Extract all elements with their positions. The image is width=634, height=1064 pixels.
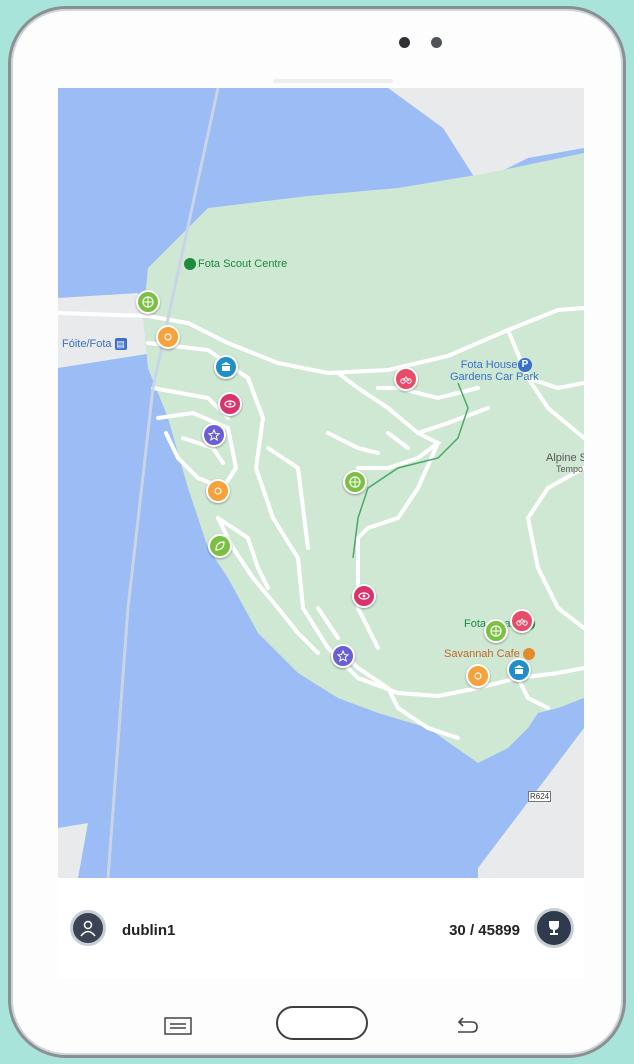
profile-button[interactable]	[70, 910, 106, 946]
marker-sun-3[interactable]	[466, 664, 490, 688]
eye-icon	[358, 592, 370, 600]
compass-icon	[349, 476, 361, 488]
place-pin-icon	[184, 258, 196, 271]
building-icon	[221, 362, 231, 371]
back-icon[interactable]	[454, 1016, 480, 1036]
sun-icon	[164, 333, 172, 341]
marker-sun-2[interactable]	[206, 479, 230, 503]
train-icon: ▤	[114, 338, 127, 351]
cafe-icon	[522, 648, 535, 661]
user-icon	[80, 920, 96, 937]
marker-sun-1[interactable]	[156, 325, 180, 349]
marker-compass-2[interactable]	[343, 470, 367, 494]
parking-icon[interactable]: P	[518, 358, 532, 372]
menu-icon[interactable]	[164, 1017, 192, 1035]
marker-star-1[interactable]	[202, 423, 226, 447]
camera-dot	[399, 37, 410, 48]
eye-icon	[224, 400, 236, 408]
map-label-station[interactable]: Fóite/Fota ▤	[62, 338, 127, 351]
compass-icon	[490, 625, 502, 637]
road-sign-r624: R624	[528, 791, 552, 802]
star-icon	[208, 429, 220, 441]
star-icon	[337, 650, 349, 662]
bottom-status-bar: dublin1 30 / 45899	[58, 878, 584, 978]
sun-icon	[474, 672, 482, 680]
marker-bike-1[interactable]	[394, 367, 418, 391]
map-view[interactable]: Fota Scout Centre Fóite/Fota ▤ Fota Hous…	[58, 88, 584, 878]
map-label-alpine[interactable]: Alpine S Tempo	[546, 453, 584, 475]
map-canvas[interactable]	[58, 88, 584, 878]
marker-compass-3[interactable]	[484, 619, 508, 643]
marker-compass-1[interactable]	[136, 290, 160, 314]
marker-museum-1[interactable]	[214, 355, 238, 379]
marker-bike-2[interactable]	[510, 609, 534, 633]
leaderboard-button[interactable]	[534, 908, 574, 948]
sensor-dot	[431, 37, 442, 48]
score-counter: 30 / 45899	[449, 922, 520, 939]
bike-icon	[400, 376, 412, 384]
marker-eye-1[interactable]	[218, 392, 242, 416]
trophy-icon	[549, 921, 559, 935]
sun-icon	[214, 487, 222, 495]
building-icon	[514, 665, 524, 674]
marker-eye-2[interactable]	[352, 584, 376, 608]
marker-star-2[interactable]	[331, 644, 355, 668]
home-button[interactable]	[276, 1006, 368, 1040]
bike-icon	[516, 618, 528, 626]
username-label: dublin1	[122, 922, 176, 939]
speaker-grille	[273, 79, 393, 83]
marker-museum-2[interactable]	[507, 658, 531, 682]
map-label-scout-centre[interactable]: Fota Scout Centre	[184, 258, 287, 271]
leaf-icon	[215, 541, 225, 551]
marker-leaf-1[interactable]	[208, 534, 232, 558]
compass-icon	[142, 296, 154, 308]
